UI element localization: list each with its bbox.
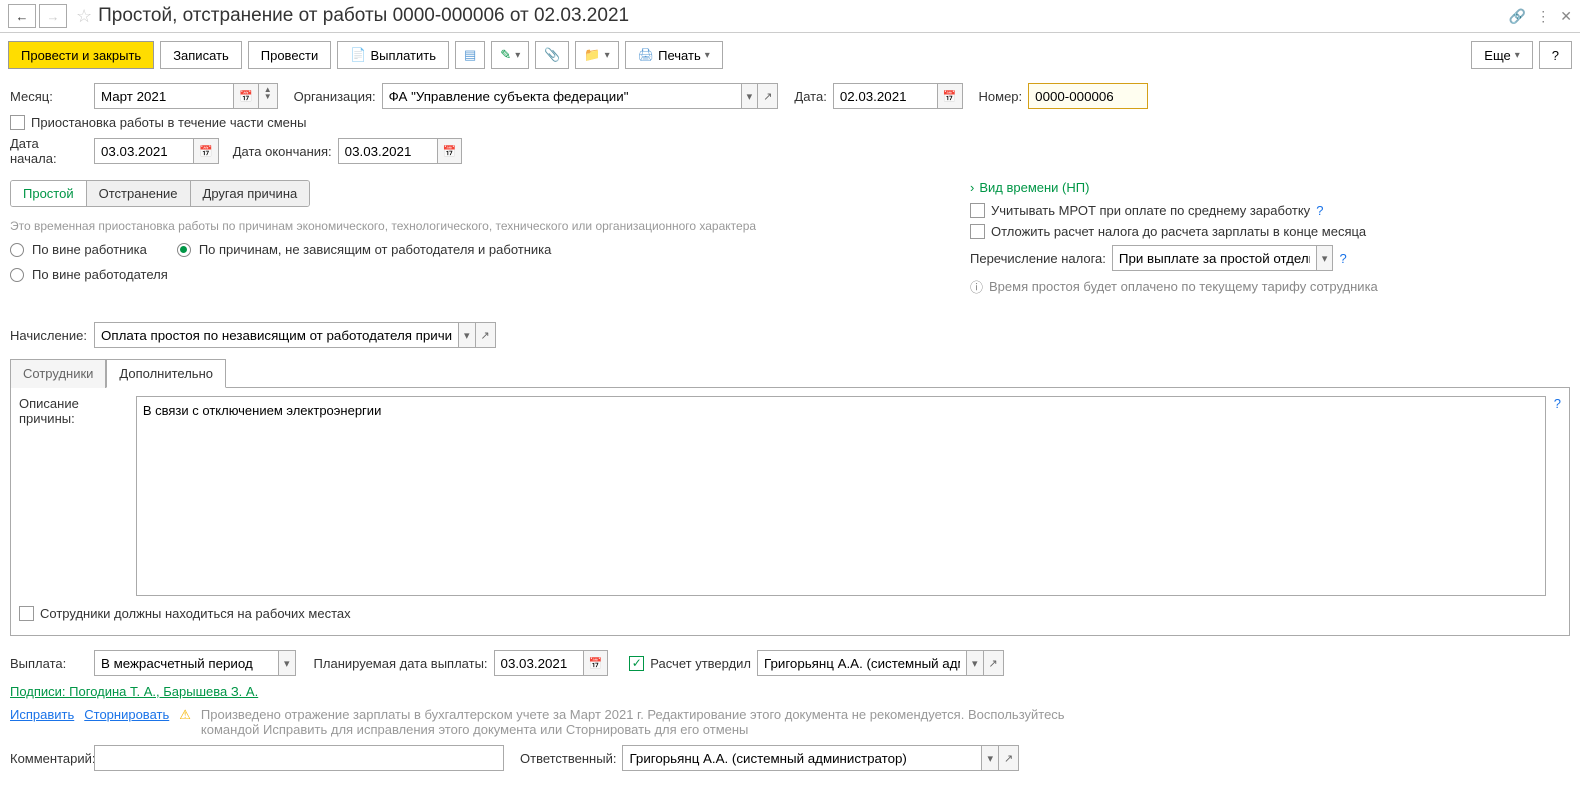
save-button[interactable]: Записать [160,41,242,69]
resp-label: Ответственный: [520,751,616,766]
defer-tax-checkbox[interactable] [970,224,985,239]
payment-label: Выплата: [10,656,88,671]
reason-tabs: Простой Отстранение Другая причина [10,180,310,207]
reverse-link[interactable]: Сторнировать [84,707,169,722]
tab-downtime[interactable]: Простой [11,181,87,206]
edit-icon-button[interactable]: ✎ ▾ [491,41,529,69]
dropdown-icon[interactable]: ▾ [742,83,759,109]
calendar-icon[interactable]: 📅 [194,138,219,164]
workplace-checkbox[interactable] [19,606,34,621]
org-label: Организация: [294,89,376,104]
dropdown-icon[interactable]: ▾ [1317,245,1334,271]
open-icon[interactable]: ↗ [999,745,1019,771]
back-button[interactable]: ← [8,4,36,28]
accrual-label: Начисление: [10,328,88,343]
tab-additional[interactable]: Дополнительно [106,359,226,388]
close-icon[interactable]: ✕ [1560,8,1572,25]
tab-suspension[interactable]: Отстранение [87,181,191,206]
dropdown-icon[interactable]: ▾ [279,650,296,676]
radio-employer-fault[interactable] [10,268,24,282]
calendar-icon[interactable]: 📅 [584,650,609,676]
start-input[interactable] [94,138,194,164]
menu-icon[interactable]: ⋮ [1536,8,1550,25]
link-icon[interactable]: 🔗 [1509,8,1526,25]
org-input[interactable] [382,83,742,109]
mrot-checkbox[interactable] [970,203,985,218]
signatures-link[interactable]: Подписи: Погодина Т. А., Барышева З. А. [10,684,258,699]
number-input[interactable] [1028,83,1148,109]
chevron-right-icon[interactable]: › [970,180,974,195]
report-button[interactable]: ▤ [455,41,485,69]
partial-shift-label: Приостановка работы в течение части смен… [31,115,306,130]
approved-input[interactable] [757,650,967,676]
number-label: Номер: [979,89,1023,104]
end-input[interactable] [338,138,438,164]
planned-date-input[interactable] [494,650,584,676]
warning-icon: ⚠ [179,707,191,723]
open-icon[interactable]: ↗ [476,322,496,348]
comment-label: Комментарий: [10,751,88,766]
month-input[interactable] [94,83,234,109]
time-type-link[interactable]: Вид времени (НП) [979,180,1089,195]
more-button[interactable]: Еще [1471,41,1532,69]
open-icon[interactable]: ↗ [758,83,778,109]
attach-button[interactable]: 📎 [535,41,569,69]
correct-link[interactable]: Исправить [10,707,74,722]
planned-date-label: Планируемая дата выплаты: [314,656,488,671]
post-button[interactable]: Провести [248,41,332,69]
comment-input[interactable] [94,745,504,771]
warning-text: Произведено отражение зарплаты в бухгалт… [201,707,1101,737]
dropdown-icon[interactable]: ▾ [982,745,999,771]
approved-checkbox[interactable]: ✓ [629,656,644,671]
pay-button[interactable]: 📄Выплатить [337,41,449,69]
tab-other[interactable]: Другая причина [191,181,310,206]
date-label: Дата: [794,89,826,104]
payment-input[interactable] [94,650,279,676]
calendar-icon[interactable]: 📅 [438,138,463,164]
help-button[interactable]: ? [1539,41,1572,69]
month-label: Месяц: [10,89,88,104]
radio-employee-fault[interactable] [10,243,24,257]
partial-shift-checkbox[interactable] [10,115,25,130]
info-text: Время простоя будет оплачено по текущему… [989,279,1378,294]
hint-text: Это временная приостановка работы по при… [10,219,940,233]
spinner-icon[interactable]: ▲▼ [259,83,278,109]
print-button[interactable]: 🖨Печать ▾ [625,41,723,69]
help-icon[interactable]: ? [1316,203,1323,218]
folder-button[interactable]: 📁 ▾ [575,41,618,69]
end-label: Дата окончания: [233,144,332,159]
tax-transfer-input[interactable] [1112,245,1317,271]
dropdown-icon[interactable]: ▾ [967,650,984,676]
date-input[interactable] [833,83,938,109]
desc-textarea[interactable] [136,396,1546,596]
info-icon: ⓘ [970,277,983,296]
tax-transfer-label: Перечисление налога: [970,251,1106,266]
desc-label: Описание причины: [19,396,128,426]
open-icon[interactable]: ↗ [984,650,1004,676]
favorite-icon[interactable]: ☆ [76,6,92,27]
tab-employees[interactable]: Сотрудники [10,359,106,388]
approved-label: Расчет утвердил [650,656,751,671]
forward-button[interactable]: → [39,4,67,28]
start-label: Дата начала: [10,136,88,166]
help-icon[interactable]: ? [1339,251,1346,266]
radio-independent[interactable] [177,243,191,257]
post-close-button[interactable]: Провести и закрыть [8,41,154,69]
calendar-icon[interactable]: 📅 [938,83,963,109]
page-title: Простой, отстранение от работы 0000-0000… [98,5,1509,27]
resp-input[interactable] [622,745,982,771]
accrual-input[interactable] [94,322,459,348]
help-icon[interactable]: ? [1554,396,1561,411]
calendar-icon[interactable]: 📅 [234,83,259,109]
dropdown-icon[interactable]: ▾ [459,322,476,348]
